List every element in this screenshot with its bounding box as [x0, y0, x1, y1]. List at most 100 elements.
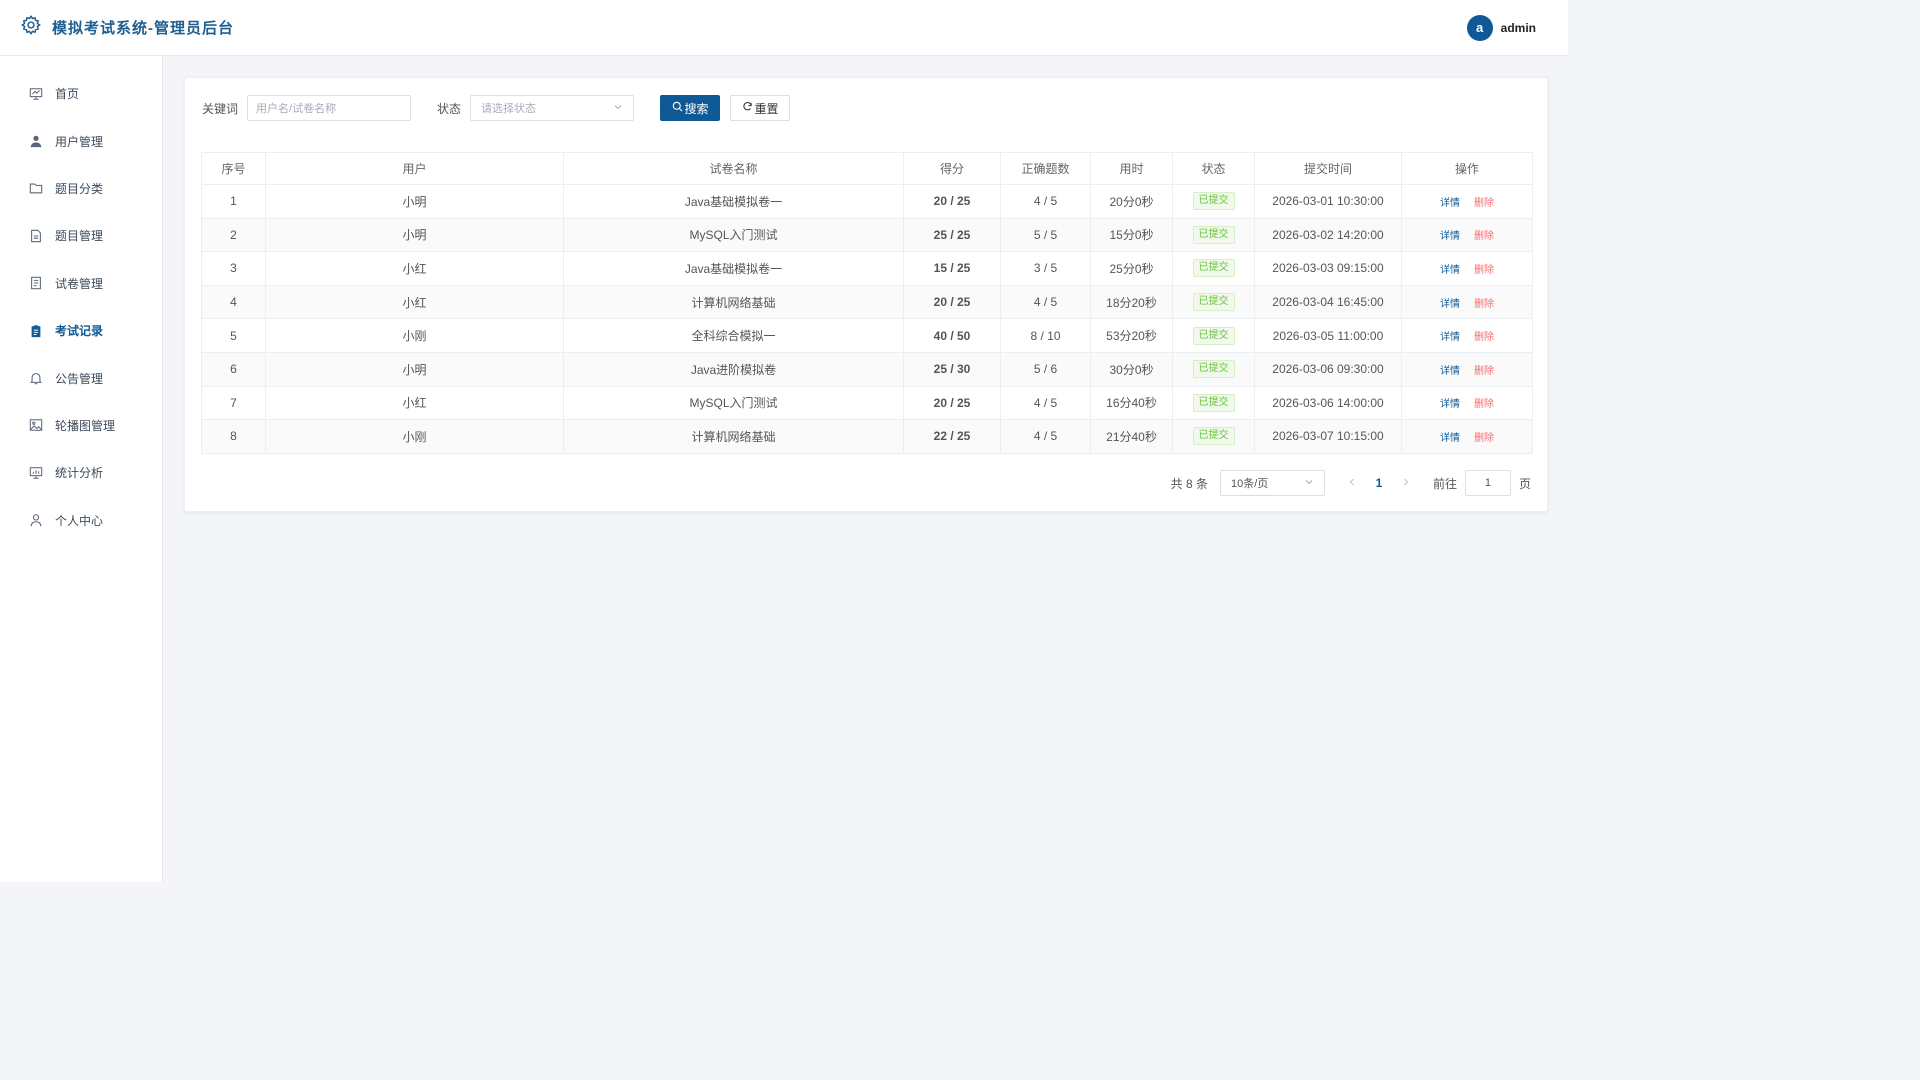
cell-no: 5 [201, 318, 266, 353]
status-badge: 已提交 [1192, 225, 1235, 244]
goto-suffix: 页 [1518, 476, 1531, 491]
cell-actions: 详情 删除 [1401, 419, 1533, 454]
column-header-submit-time[interactable]: 提交时间 [1254, 152, 1402, 185]
cell-correct: 4 / 5 [1000, 385, 1091, 421]
status-select[interactable]: 请选择状态 [470, 95, 635, 121]
cell-paper: 计算机网络基础 [563, 284, 904, 320]
cell-duration: 20分0秒 [1090, 184, 1173, 219]
delete-link[interactable]: 删除 [1474, 433, 1494, 444]
sidebar-item-statistics[interactable]: 统计分析 [0, 449, 162, 496]
detail-link[interactable]: 详情 [1440, 366, 1460, 377]
records-table: 序号 用户 试卷名称 得分 正确题数 用时 状态 提交时间 操作 1 小明 Java… [201, 152, 1533, 454]
goto-page-value: 1 [1484, 477, 1492, 489]
sidebar-item-users[interactable]: 用户管理 [0, 117, 162, 164]
status-label: 状态 [437, 101, 462, 116]
cell-actions: 详情 删除 [1401, 184, 1533, 219]
clipboard-icon [28, 323, 43, 338]
cell-no: 1 [201, 184, 266, 219]
sidebar-item-home[interactable]: 首页 [0, 70, 162, 117]
user-menu[interactable]: a admin [1466, 14, 1536, 41]
cell-score: 22 / 25 [903, 419, 1001, 454]
column-header-paper[interactable]: 试卷名称 [563, 152, 904, 185]
cell-correct: 5 / 5 [1000, 217, 1091, 253]
avatar[interactable]: a [1466, 14, 1493, 41]
sidebar-item-label: 统计分析 [55, 466, 104, 481]
detail-link[interactable]: 详情 [1440, 265, 1460, 276]
column-header-score[interactable]: 得分 [903, 152, 1001, 185]
sidebar-item-exam-records[interactable]: 考试记录 [0, 307, 162, 354]
cell-no: 3 [201, 251, 266, 286]
cell-submit-time: 2026-03-07 10:15:00 [1254, 419, 1402, 454]
table-row: 6 小明 Java进阶模拟卷 25 / 30 5 / 6 30分0秒 已提交 2026-03-… [201, 351, 1533, 387]
cell-user: 小刚 [265, 419, 564, 454]
cell-no: 4 [201, 284, 266, 320]
cell-submit-time: 2026-03-03 09:15:00 [1254, 251, 1402, 286]
table-header-row: 序号 用户 试卷名称 得分 正确题数 用时 状态 提交时间 操作 [201, 152, 1533, 185]
goto-prefix: 前往 [1432, 476, 1457, 491]
prev-page-button[interactable] [1339, 476, 1365, 490]
status-badge: 已提交 [1192, 393, 1235, 412]
delete-link[interactable]: 删除 [1474, 299, 1494, 310]
search-button[interactable]: 搜索 [660, 95, 721, 121]
status-badge: 已提交 [1192, 360, 1235, 379]
keyword-input[interactable]: 用户名/试卷名称 [247, 95, 412, 121]
sidebar-item-questions[interactable]: 题目管理 [0, 212, 162, 259]
cell-score: 20 / 25 [903, 184, 1001, 219]
records-card: 关键词 用户名/试卷名称 状态 请选择状态 搜索 重置 序号 用户 试卷名称 得… [184, 77, 1548, 512]
cell-duration: 30分0秒 [1090, 351, 1173, 387]
page-size-select[interactable]: 10条/页 [1219, 470, 1325, 496]
keyword-placeholder: 用户名/试卷名称 [256, 103, 337, 115]
delete-link[interactable]: 删除 [1474, 366, 1494, 377]
delete-link[interactable]: 删除 [1474, 265, 1494, 276]
cell-score: 25 / 25 [903, 217, 1001, 253]
cell-correct: 3 / 5 [1000, 251, 1091, 286]
cell-score: 15 / 25 [903, 251, 1001, 286]
sidebar-item-categories[interactable]: 题目分类 [0, 165, 162, 212]
column-header-duration[interactable]: 用时 [1090, 152, 1173, 185]
cell-paper: Java基础模拟卷一 [563, 184, 904, 219]
cell-paper: Java基础模拟卷一 [563, 251, 904, 286]
delete-link[interactable]: 删除 [1474, 399, 1494, 410]
cell-submit-time: 2026-03-04 16:45:00 [1254, 284, 1402, 320]
sidebar-item-label: 公告管理 [55, 371, 104, 386]
table-row: 3 小红 Java基础模拟卷一 15 / 25 3 / 5 25分0秒 已提交 2026-03… [201, 251, 1533, 286]
cell-duration: 16分40秒 [1090, 385, 1173, 421]
detail-link[interactable]: 详情 [1440, 198, 1460, 209]
table-body: 1 小明 Java基础模拟卷一 20 / 25 4 / 5 20分0秒 已提交 2026-03… [201, 184, 1533, 454]
cell-user: 小红 [265, 284, 564, 320]
cell-user: 小刚 [265, 318, 564, 353]
cell-paper: Java进阶模拟卷 [563, 351, 904, 387]
cell-correct: 4 / 5 [1000, 419, 1091, 454]
delete-link[interactable]: 删除 [1474, 231, 1494, 242]
next-page-button[interactable] [1393, 476, 1419, 490]
detail-link[interactable]: 详情 [1440, 299, 1460, 310]
detail-link[interactable]: 详情 [1440, 231, 1460, 242]
document-icon [28, 228, 43, 243]
cell-status: 已提交 [1172, 184, 1255, 219]
sidebar-item-notices[interactable]: 公告管理 [0, 354, 162, 401]
column-header-user[interactable]: 用户 [265, 152, 564, 185]
bell-icon [28, 371, 43, 386]
cell-status: 已提交 [1172, 251, 1255, 286]
reset-button[interactable]: 重置 [730, 95, 791, 121]
cell-user: 小红 [265, 385, 564, 421]
delete-link[interactable]: 删除 [1474, 198, 1494, 209]
detail-link[interactable]: 详情 [1440, 332, 1460, 343]
delete-link[interactable]: 删除 [1474, 332, 1494, 343]
sidebar-item-profile[interactable]: 个人中心 [0, 497, 162, 544]
sidebar-item-carousel[interactable]: 轮播图管理 [0, 402, 162, 449]
image-icon [28, 418, 43, 433]
column-header-correct[interactable]: 正确题数 [1000, 152, 1091, 185]
goto-page-input[interactable]: 1 [1464, 470, 1511, 496]
detail-link[interactable]: 详情 [1440, 399, 1460, 410]
page-number-current[interactable]: 1 [1365, 476, 1393, 490]
cell-status: 已提交 [1172, 385, 1255, 421]
detail-link[interactable]: 详情 [1440, 433, 1460, 444]
cell-score: 40 / 50 [903, 318, 1001, 353]
cell-correct: 5 / 6 [1000, 351, 1091, 387]
sidebar-item-papers[interactable]: 试卷管理 [0, 260, 162, 307]
column-header-status[interactable]: 状态 [1172, 152, 1255, 185]
column-header-no[interactable]: 序号 [201, 152, 266, 185]
cell-user: 小明 [265, 217, 564, 253]
username[interactable]: admin [1501, 21, 1536, 35]
